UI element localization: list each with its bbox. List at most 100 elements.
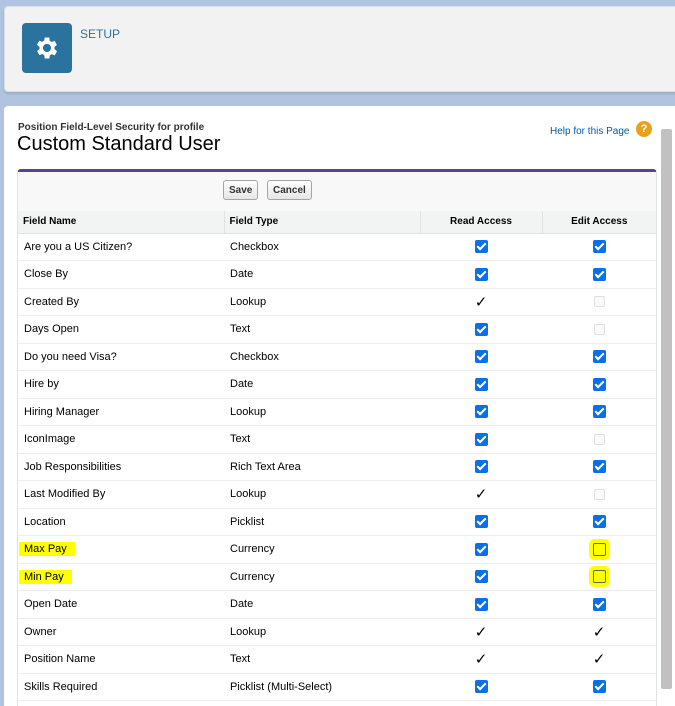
field-name-cell: Max Pay — [18, 535, 224, 564]
table-header-row: Field Name Field Type Read Access Edit A… — [18, 211, 656, 234]
field-name-cell: Close By — [18, 260, 224, 289]
column-header-edit-access[interactable]: Edit Access — [542, 211, 656, 234]
read-access-cell — [420, 563, 542, 591]
edit-access-cell — [542, 233, 656, 261]
page-subtitle: Position Field-Level Security for profil… — [18, 122, 205, 133]
field-name: Skills Required — [24, 680, 98, 693]
edit-access-cell — [542, 370, 656, 399]
edit-access-checkbox[interactable] — [592, 405, 606, 419]
field-type: Lookup — [224, 398, 420, 426]
read-access-cell — [420, 315, 542, 344]
read-access-cell — [420, 508, 542, 536]
read-access-cell — [420, 233, 542, 261]
field-name: Position Name — [24, 653, 96, 666]
read-access-checkbox[interactable] — [474, 515, 488, 529]
edit-access-checkbox[interactable] — [592, 240, 606, 254]
button-row: Save Cancel — [18, 172, 656, 210]
edit-access-check-icon: ✓ — [592, 651, 606, 669]
field-type: Picklist (Multi-Select) — [224, 673, 420, 701]
field-name: Job Responsibilities — [24, 460, 122, 473]
field-name: Do you need Visa? — [24, 350, 117, 363]
field-type: Lookup — [224, 288, 420, 316]
read-access-cell — [420, 673, 542, 701]
table-row: Hiring Manager Lookup — [18, 398, 656, 426]
read-access-checkbox[interactable] — [474, 432, 488, 446]
table-row: Job Responsibilities Rich Text Area — [18, 453, 656, 481]
field-name-cell: Are you a US Citizen? — [18, 233, 224, 261]
help-link[interactable]: Help for this Page — [550, 126, 630, 137]
column-header-read-access[interactable]: Read Access — [420, 211, 543, 234]
read-access-cell — [420, 260, 542, 289]
column-header-field-name[interactable]: Field Name — [18, 211, 225, 234]
read-access-checkbox[interactable] — [474, 350, 488, 364]
field-type: Currency — [224, 563, 420, 591]
edit-access-checkbox[interactable] — [592, 542, 606, 556]
edit-access-checkbox[interactable] — [592, 377, 606, 391]
gear-icon[interactable] — [22, 23, 72, 73]
table-row: Open Date Date — [18, 590, 656, 619]
field-type: Text — [224, 315, 420, 344]
edit-access-checkbox[interactable] — [592, 680, 606, 694]
edit-access-checkbox[interactable] — [592, 460, 606, 474]
edit-access-cell — [542, 288, 656, 316]
field-name-cell: Skills Required — [18, 673, 224, 701]
edit-access-cell — [542, 425, 656, 454]
read-access-cell — [420, 453, 542, 481]
page-title: Custom Standard User — [17, 133, 221, 155]
edit-access-checkbox[interactable] — [592, 350, 606, 364]
field-name-cell: Status — [18, 700, 224, 706]
read-access-checkbox[interactable] — [474, 322, 488, 336]
table-row: Max Pay Currency — [18, 535, 656, 564]
edit-access-cell — [542, 563, 656, 591]
field-security-block: Save Cancel Field Name Field Type Read A… — [17, 169, 657, 706]
edit-access-checkbox[interactable] — [592, 267, 606, 281]
field-name: Location — [24, 515, 66, 528]
field-type: Picklist — [224, 508, 420, 536]
read-access-cell: ✓ — [420, 288, 542, 316]
read-access-check-icon: ✓ — [474, 651, 488, 669]
edit-access-checkbox — [593, 296, 605, 308]
field-name-cell: IconImage — [18, 425, 224, 454]
read-access-checkbox[interactable] — [474, 680, 488, 694]
edit-access-checkbox — [593, 488, 605, 500]
read-access-checkbox[interactable] — [474, 570, 488, 584]
edit-access-cell — [542, 480, 656, 509]
read-access-checkbox[interactable] — [474, 377, 488, 391]
field-name-cell: Created By — [18, 288, 224, 316]
field-type: Picklist — [224, 700, 420, 706]
read-access-checkbox[interactable] — [474, 405, 488, 419]
field-type: Date — [224, 590, 420, 619]
field-type: Checkbox — [224, 343, 420, 371]
field-type: Text — [224, 425, 420, 454]
question-icon[interactable]: ? — [636, 121, 652, 137]
table-row: StatusPicklist — [18, 700, 656, 706]
content-card: Position Field-Level Security for profil… — [4, 106, 675, 706]
field-name: Max Pay — [19, 542, 75, 557]
edit-access-cell — [542, 535, 656, 564]
column-header-field-type[interactable]: Field Type — [224, 211, 421, 234]
field-name-cell: Location — [18, 508, 224, 536]
read-access-checkbox[interactable] — [474, 542, 488, 556]
read-access-check-icon: ✓ — [474, 486, 488, 504]
field-type: Date — [224, 260, 420, 289]
read-access-checkbox[interactable] — [474, 597, 488, 611]
setup-label[interactable]: SETUP — [80, 27, 120, 41]
edit-access-cell: ✓ — [542, 645, 656, 674]
read-access-checkbox[interactable] — [474, 267, 488, 281]
field-name-cell: Do you need Visa? — [18, 343, 224, 371]
read-access-checkbox[interactable] — [474, 460, 488, 474]
read-access-check-icon: ✓ — [474, 293, 488, 311]
field-name-cell: Hiring Manager — [18, 398, 224, 426]
edit-access-checkbox[interactable] — [592, 515, 606, 529]
read-access-checkbox[interactable] — [474, 240, 488, 254]
save-button[interactable]: Save — [223, 180, 259, 200]
field-type: Currency — [224, 535, 420, 564]
edit-access-checkbox[interactable] — [592, 570, 606, 584]
edit-access-checkbox — [593, 323, 605, 335]
edit-access-checkbox[interactable] — [592, 597, 606, 611]
scrollbar[interactable] — [661, 129, 672, 689]
field-name-cell: Days Open — [18, 315, 224, 344]
field-name-cell: Owner — [18, 618, 224, 646]
edit-access-cell — [542, 260, 656, 289]
cancel-button[interactable]: Cancel — [267, 180, 312, 200]
